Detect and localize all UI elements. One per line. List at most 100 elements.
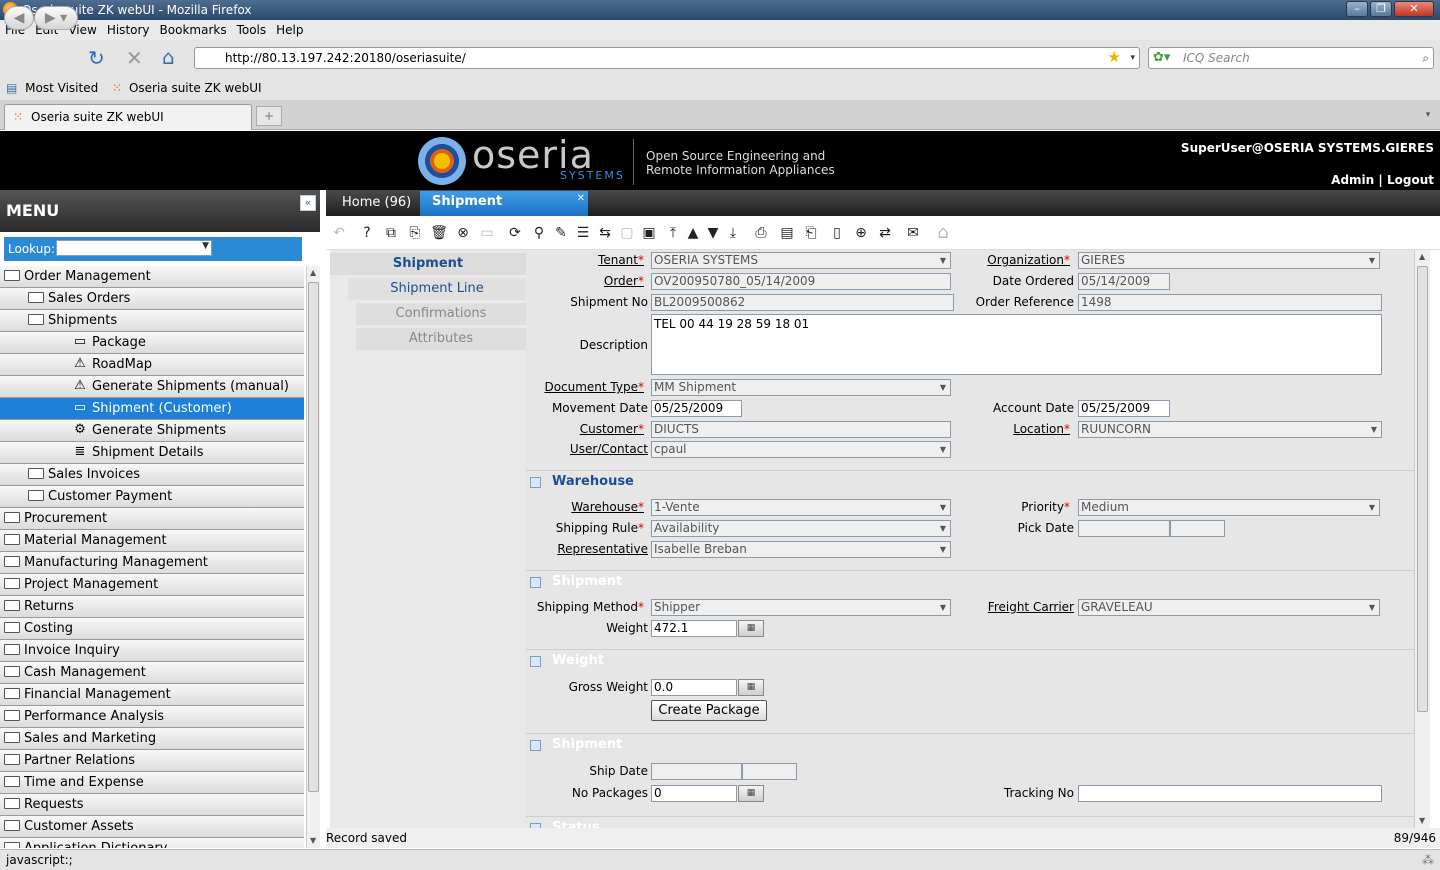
menu-item[interactable]: Costing (0, 618, 304, 640)
create-package-button[interactable]: Create Package (651, 700, 767, 721)
movement-date-field[interactable]: 05/25/2009 (651, 400, 742, 417)
organization-select[interactable]: GIERES ▼ (1078, 252, 1380, 269)
print-icon[interactable]: ⎗ (802, 224, 820, 242)
delete-icon[interactable]: 🗑 (430, 224, 448, 242)
subtab-shipment[interactable]: Shipment (330, 253, 526, 275)
workflow-icon[interactable]: ⇄ (876, 224, 894, 242)
next-record-icon[interactable]: ▼ (704, 224, 722, 242)
menu-item[interactable]: Performance Analysis (0, 706, 304, 728)
find-icon[interactable]: ⚲ (530, 224, 548, 242)
calculator-icon[interactable]: ▦ (738, 679, 764, 696)
menu-item[interactable]: ▭ Package (0, 332, 304, 354)
bookmark-star-icon[interactable]: ★ (1108, 47, 1121, 67)
minimize-button[interactable]: – (1346, 1, 1368, 17)
date-ordered-field[interactable]: 05/14/2009 (1078, 273, 1170, 290)
refresh-icon[interactable]: ⟳ (506, 224, 524, 242)
home-icon[interactable]: ⌂ (162, 45, 175, 69)
order-label[interactable]: Order* (604, 273, 644, 289)
warehouse-section-header[interactable]: Warehouse (526, 470, 1414, 492)
save-icon[interactable]: ▭ (478, 224, 496, 242)
shipment-dates-section-header[interactable]: Shipment (526, 733, 1414, 755)
user-contact-label[interactable]: User/Contact (570, 441, 648, 457)
tenant-label[interactable]: Tenant* (598, 252, 644, 268)
search-bar[interactable]: ✿▾ ICQ Search ⌕ (1148, 47, 1434, 69)
menu-item[interactable]: ▭ Shipment (Customer) (0, 398, 304, 420)
menu-item[interactable]: Financial Management (0, 684, 304, 706)
shipping-method-select[interactable]: Shipper ▼ (651, 599, 951, 616)
menu-item[interactable]: Manufacturing Management (0, 552, 304, 574)
menu-bookmarks[interactable]: Bookmarks (155, 20, 232, 40)
maximize-button[interactable]: ❐ (1370, 1, 1392, 17)
order-field[interactable]: OV200950780_05/14/2009 (651, 273, 951, 290)
copy-record-icon[interactable]: ⎘ (406, 224, 424, 242)
search-icon[interactable]: ⌕ (1422, 48, 1429, 68)
detail-record-icon[interactable]: ▣ (640, 224, 658, 242)
help-icon[interactable]: ? (358, 224, 376, 242)
menu-item[interactable]: Order Management (0, 266, 304, 288)
menu-item[interactable]: ⚠ RoadMap (0, 354, 304, 376)
gross-weight-field[interactable]: 0.0 (651, 679, 737, 696)
admin-link[interactable]: Admin (1331, 173, 1374, 187)
history-icon[interactable]: ⇆ (596, 224, 614, 242)
representative-label[interactable]: Representative (557, 541, 648, 557)
description-textarea[interactable]: TEL 00 44 19 28 59 18 01 (651, 314, 1382, 375)
menu-item[interactable]: Material Management (0, 530, 304, 552)
menu-item[interactable]: ⚠ Generate Shipments (manual) (0, 376, 304, 398)
tab-shipment-customer[interactable]: Shipment (Customer) ✕ (420, 191, 588, 231)
menu-item[interactable]: Project Management (0, 574, 304, 596)
bookmark-most-visited[interactable]: Most Visited (25, 81, 98, 95)
menu-item[interactable]: Partner Relations (0, 750, 304, 772)
report-icon[interactable]: ⎙ (752, 224, 770, 242)
customer-field[interactable]: DIUCTS (651, 421, 951, 438)
document-type-select[interactable]: MM Shipment ▼ (651, 379, 951, 396)
close-window-button[interactable]: ✕ (1394, 1, 1434, 17)
menu-item[interactable]: Sales and Marketing (0, 728, 304, 750)
menu-item[interactable]: Sales Orders (0, 288, 304, 310)
weight-section-header[interactable]: Weight (526, 649, 1414, 671)
archive-icon[interactable]: ▤ (778, 224, 796, 242)
menu-item[interactable]: Invoice Inquiry (0, 640, 304, 662)
menu-item[interactable]: Cash Management (0, 662, 304, 684)
reload-icon[interactable]: ↻ (88, 46, 105, 70)
subtab-confirmations[interactable]: Confirmations (356, 303, 526, 325)
menu-history[interactable]: History (102, 20, 155, 40)
user-contact-select[interactable]: cpaul ▼ (651, 441, 951, 458)
grid-toggle-icon[interactable]: ☰ (574, 224, 592, 242)
url-dropdown-icon[interactable]: ▾ (1130, 48, 1135, 68)
section-toggle-checkbox[interactable] (530, 740, 541, 751)
calculator-icon[interactable]: ▦ (738, 620, 764, 637)
bookmark-oseria[interactable]: Oseria suite ZK webUI (129, 81, 262, 95)
menu-item[interactable]: Sales Invoices (0, 464, 304, 486)
logout-link[interactable]: Logout (1387, 173, 1434, 187)
back-button[interactable]: ◀ (4, 6, 34, 30)
menu-item[interactable]: Customer Payment (0, 486, 304, 508)
menu-help[interactable]: Help (271, 20, 308, 40)
subtab-shipment-line[interactable]: Shipment Line (348, 278, 526, 300)
tracking-no-field[interactable] (1078, 785, 1382, 802)
zoom-across-icon[interactable]: ⊕ (852, 224, 870, 242)
tenant-select[interactable]: OSERIA SYSTEMS ▼ (651, 252, 951, 269)
menu-scroll-thumb[interactable] (308, 282, 319, 792)
home-icon[interactable]: ⌂ (934, 224, 952, 242)
collapse-menu-button[interactable]: « (300, 195, 316, 211)
no-packages-field[interactable]: 0 (651, 785, 737, 802)
section-toggle-checkbox[interactable] (530, 577, 541, 588)
menu-item[interactable]: ⚙ Generate Shipments (0, 420, 304, 442)
status-section-header[interactable]: Status (526, 816, 1414, 828)
attachment-icon[interactable]: ✎ (552, 224, 570, 242)
ship-time-field[interactable] (742, 763, 797, 780)
browser-tab[interactable]: ⁙ Oseria suite ZK webUI (4, 104, 252, 130)
menu-item[interactable]: Returns (0, 596, 304, 618)
form-scrollbar[interactable]: ▲ ▼ (1414, 250, 1430, 828)
last-record-icon[interactable]: ⤓ (724, 224, 742, 242)
parent-record-icon[interactable]: ▢ (618, 224, 636, 242)
shipment-no-field[interactable]: BL2009500862 (651, 294, 954, 311)
first-record-icon[interactable]: ⤒ (664, 224, 682, 242)
document-type-label[interactable]: Document Type* (544, 379, 644, 395)
undo-icon[interactable]: ↶ (330, 224, 348, 242)
weight-field[interactable]: 472.1 (651, 620, 737, 637)
subtab-attributes[interactable]: Attributes (356, 328, 526, 350)
menu-item[interactable]: Customer Assets (0, 816, 304, 838)
shipping-rule-select[interactable]: Availability ▼ (651, 520, 951, 537)
product-info-icon[interactable]: ▯ (828, 224, 846, 242)
